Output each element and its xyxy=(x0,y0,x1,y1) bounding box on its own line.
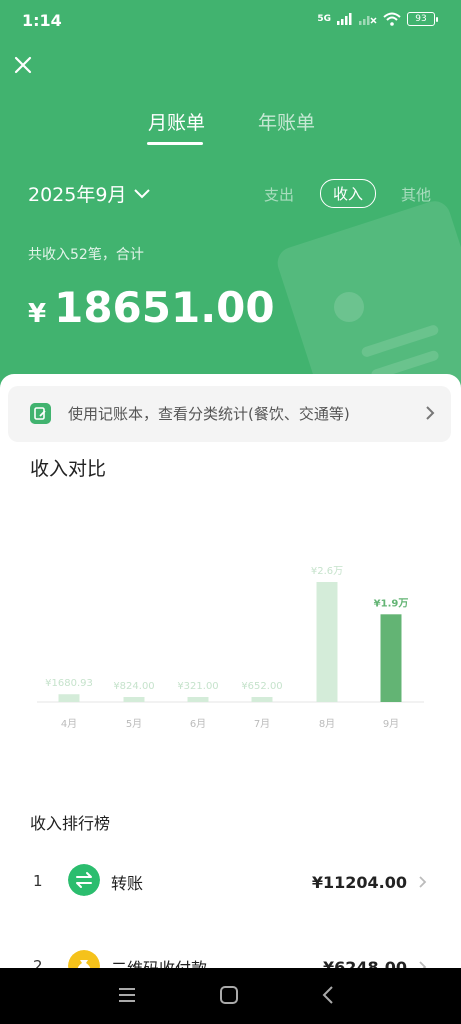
period-selector[interactable]: 2025年9月 xyxy=(28,180,151,207)
chart-month-label: 5月 xyxy=(126,718,142,730)
signal-icon xyxy=(337,13,352,25)
income-header: 1:14 5G 93 月账单 年账单 2025年9月 支出 收入 其他 共收入5… xyxy=(0,0,461,400)
chart-month-label: 7月 xyxy=(254,718,270,730)
decorative-card xyxy=(273,197,461,400)
filter-other[interactable]: 其他 xyxy=(401,184,431,205)
home-icon[interactable] xyxy=(219,985,239,1005)
period-label: 2025年9月 xyxy=(28,184,127,206)
filter-expense[interactable]: 支出 xyxy=(264,184,294,205)
tab-year-bill[interactable]: 年账单 xyxy=(258,108,315,135)
content-card: 使用记账本，查看分类统计(餐饮、交通等) 收入对比 ¥1680.93 4月 ¥824… xyxy=(0,374,461,982)
income-summary: 共收入52笔，合计 xyxy=(28,247,144,263)
rank-number: 1 xyxy=(33,872,43,890)
chart-value-label: ¥824.00 xyxy=(113,681,154,692)
chart-value-label: ¥2.6万 xyxy=(311,566,343,577)
ranking-title: 收入排行榜 xyxy=(30,814,111,833)
tab-active-indicator xyxy=(147,142,203,145)
tip-text: 使用记账本，查看分类统计(餐饮、交通等) xyxy=(68,405,350,423)
wifi-icon xyxy=(383,12,401,26)
chart-value-label: ¥1.9万 xyxy=(374,597,409,609)
transfer-icon xyxy=(68,864,100,896)
chart-month-label: 4月 xyxy=(61,718,77,730)
filter-income[interactable]: 收入 xyxy=(320,179,377,208)
ledger-icon xyxy=(30,403,51,424)
chart-month-label: 6月 xyxy=(190,718,206,730)
battery-level: 93 xyxy=(415,14,427,24)
back-icon[interactable] xyxy=(321,985,335,1005)
battery-icon: 93 xyxy=(407,12,438,26)
comparison-title: 收入对比 xyxy=(30,458,107,480)
chart-bar[interactable] xyxy=(123,697,145,702)
chart-bar[interactable] xyxy=(316,582,338,702)
status-icons: 5G 93 xyxy=(317,12,438,26)
chart-bar[interactable] xyxy=(58,694,80,702)
ledger-tip-banner[interactable]: 使用记账本，查看分类统计(餐饮、交通等) xyxy=(8,386,451,442)
chevron-down-icon xyxy=(134,188,151,198)
chart-bar[interactable] xyxy=(251,697,273,702)
status-bar: 1:14 5G 93 xyxy=(0,0,461,40)
ranking-row[interactable]: 1 转账 ¥11204.00 xyxy=(0,864,461,916)
chart-bar[interactable] xyxy=(380,614,402,702)
total-amount: 18651.00 xyxy=(54,283,275,332)
currency-symbol: ¥ xyxy=(28,299,47,329)
chevron-right-icon xyxy=(419,876,427,888)
rank-amount: ¥11204.00 xyxy=(311,873,407,892)
system-nav-bar xyxy=(0,968,461,1024)
chart-bar[interactable] xyxy=(187,697,209,702)
chevron-right-icon xyxy=(426,406,435,420)
chart-month-label: 8月 xyxy=(319,718,335,730)
chart-value-label: ¥321.00 xyxy=(177,681,218,692)
menu-icon[interactable] xyxy=(117,986,137,1004)
decorative-circle xyxy=(334,292,364,322)
chart-value-label: ¥1680.93 xyxy=(45,678,93,689)
chart-month-label: 9月 xyxy=(383,718,399,730)
chart-value-label: ¥652.00 xyxy=(241,681,282,692)
bill-tabs: 月账单 年账单 xyxy=(0,108,461,148)
tab-month-bill[interactable]: 月账单 xyxy=(148,108,205,135)
income-total: ¥ 18651.00 xyxy=(28,283,275,332)
close-icon[interactable] xyxy=(10,52,36,78)
rank-name: 转账 xyxy=(111,874,144,893)
income-comparison-chart: ¥1680.93 4月 ¥824.00 5月 ¥321.00 6月 ¥652.00 7月 ¥2.… xyxy=(37,566,424,730)
signal-off-icon xyxy=(359,16,377,25)
network-type: 5G xyxy=(317,14,331,24)
status-time: 1:14 xyxy=(22,11,62,30)
